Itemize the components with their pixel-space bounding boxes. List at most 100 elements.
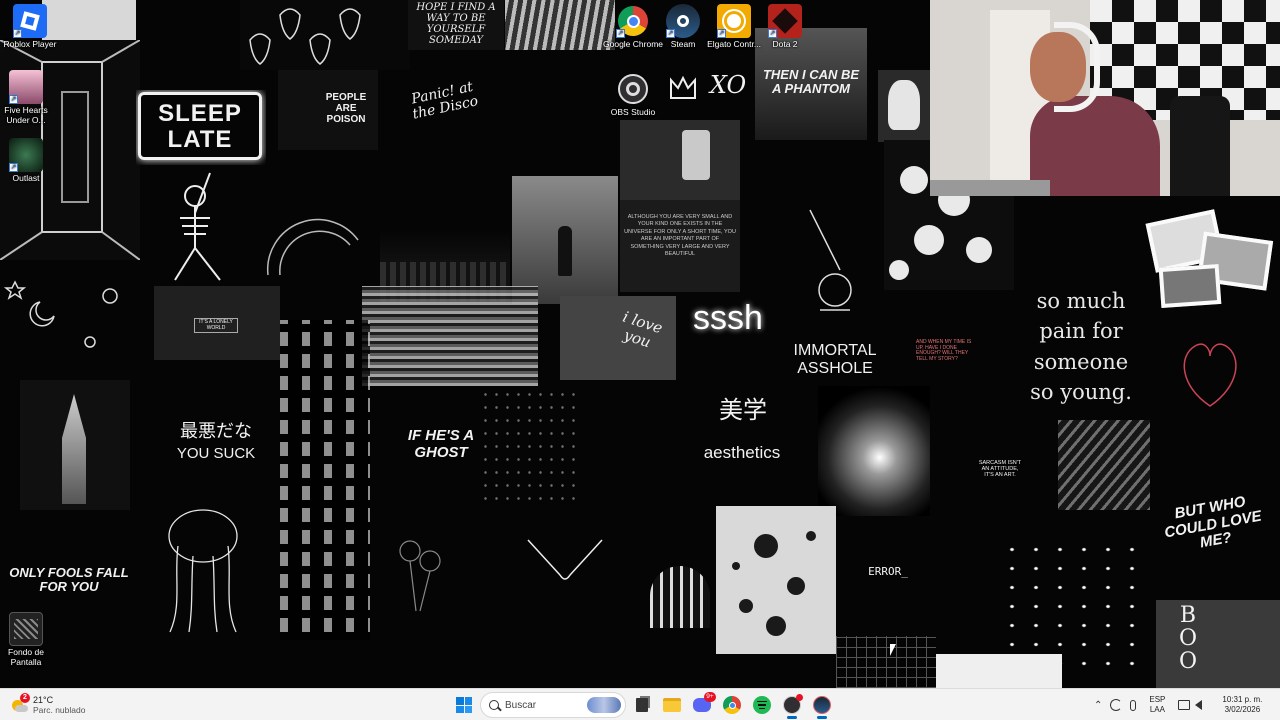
glitch-tile [362, 286, 538, 386]
clock-date: 3/02/2026 [1224, 705, 1261, 714]
obs-studio-shortcut[interactable]: OBS Studio [603, 72, 663, 118]
task-view-button[interactable] [628, 691, 656, 719]
weather-badge: 2 [20, 693, 30, 703]
language-indicator[interactable]: ESP LAA [1144, 695, 1170, 714]
so-much-pain-text: so much pain for someone so young. [1030, 289, 1132, 405]
show-hidden-icons-button[interactable]: ⌃ [1094, 700, 1102, 711]
people-poison-tile: PEOPLE ARE POISON [278, 70, 378, 150]
clock-time: 10:31 p. m. [1222, 695, 1263, 705]
chrome-icon: ↗ [616, 4, 650, 38]
sleep-late-sign: SLEEP LATE [138, 92, 262, 160]
obs-taskbar-button[interactable] [778, 691, 806, 719]
doodle-moon-tile [0, 262, 140, 372]
task-view-icon [636, 698, 648, 712]
recording-dot-icon [796, 694, 803, 701]
weather-temp: 21°C [33, 695, 54, 705]
chevron-up-icon: ⌃ [1094, 699, 1103, 711]
sarcasm-text: SARCASM ISN'T AN ATTITUDE, IT'S AN ART. [978, 460, 1022, 479]
taskbar-apps: Buscar 9+ [450, 691, 836, 719]
roblox-player-shortcut[interactable]: ↗ Roblox Player [0, 4, 60, 50]
people-poison-text: PEOPLE ARE POISON [325, 92, 367, 125]
network-icon [1178, 700, 1191, 710]
sketch-girl-tile [138, 496, 268, 636]
microphone-icon[interactable] [1130, 699, 1137, 711]
shortcut-arrow-icon: ↗ [768, 29, 777, 38]
i-love-you-tile: i love you [560, 296, 676, 380]
shortcut-arrow-icon: ↗ [616, 29, 625, 38]
fondo-de-pantalla-shortcut[interactable]: Fondo de Pantalla [0, 612, 56, 668]
boo-text: BOO [1178, 603, 1198, 675]
ferris-wheel-tile [258, 180, 368, 280]
fairy-lights-tile [1000, 540, 1150, 670]
search-box[interactable]: Buscar [480, 692, 626, 718]
building-windows-tile [280, 320, 370, 640]
outlast-icon: ↗ [9, 138, 43, 172]
system-tray: ⌃ ESP LAA 10:31 p. m. 3/02/2026 [1094, 691, 1268, 719]
sync-icon[interactable] [1110, 699, 1123, 711]
taskbar: 2 21°C Parc. nublado Buscar 9+ ⌃ ESP LAA… [0, 688, 1280, 720]
grid-tile [836, 636, 936, 688]
search-highlight-icon [587, 697, 621, 713]
outlast-label: Outlast [12, 173, 40, 183]
wallpaper-icon [9, 612, 43, 646]
clock[interactable]: 10:31 p. m. 3/02/2026 [1216, 695, 1268, 714]
obs-studio-label: OBS Studio [610, 107, 656, 117]
crown-doodle [668, 74, 698, 102]
desktop[interactable]: HOPE I FIND A WAY TO BE YOURSELF SOMEDAY… [0, 0, 1280, 688]
error-text: ERROR_ [868, 565, 908, 578]
weather-desc: Parc. nublado [33, 705, 86, 715]
roblox-player-label: Roblox Player [3, 39, 57, 49]
chrome-icon [723, 696, 741, 714]
hope-text: HOPE I FIND A WAY TO BE YOURSELF SOMEDAY [416, 2, 496, 46]
windows-icon [456, 697, 472, 713]
immortal-text: IMMORTAL ASSHOLE [793, 342, 877, 377]
boo-tile: BOO [1156, 600, 1280, 688]
five-hearts-icon: ↗ [9, 70, 43, 104]
cartoon-tile [620, 120, 740, 200]
note-text: ALTHOUGH YOU ARE VERY SMALL AND YOUR KIN… [624, 214, 736, 258]
phantom-text: THEN I CAN BE A PHANTOM [762, 67, 860, 97]
bubbles-tile [716, 506, 836, 654]
network-status-button[interactable] [1178, 700, 1203, 710]
language-top: ESP [1149, 695, 1166, 705]
search-icon [489, 700, 502, 712]
fireworks-tile [818, 386, 930, 516]
sleep-late-tile: SLEEP LATE [136, 90, 266, 165]
start-button[interactable] [450, 691, 478, 719]
shortcut-arrow-icon: ↗ [13, 29, 22, 38]
aesthetics-text: aesthetics [703, 443, 781, 462]
xo-text: XO [709, 71, 747, 99]
mouse-cursor-icon [890, 644, 902, 656]
panic-disco-text: Panic! at the Disco [410, 80, 480, 123]
file-explorer-button[interactable] [658, 691, 686, 719]
outlast-shortcut[interactable]: ↗ Outlast [0, 138, 56, 184]
dota2-shortcut[interactable]: ↗ Dota 2 [755, 4, 815, 50]
weather-icon: 2 [10, 693, 30, 714]
silhouette-tile [512, 176, 618, 304]
weather-widget[interactable]: 2 21°C Parc. nublado [10, 691, 110, 719]
obs-icon [616, 72, 650, 106]
hope-tile: HOPE I FIND A WAY TO BE YOURSELF SOMEDAY [408, 0, 504, 50]
fondo-de-pantalla-label: Fondo de Pantalla [8, 647, 44, 667]
shortcut-arrow-icon: ↗ [666, 29, 675, 38]
holding-hands-tile [520, 530, 610, 590]
spotify-button[interactable] [748, 691, 776, 719]
dota2-label: Dota 2 [772, 39, 798, 49]
dota2-icon: ↗ [768, 4, 802, 38]
steam-taskbar-button[interactable] [808, 691, 836, 719]
chrome-taskbar-button[interactable] [718, 691, 746, 719]
you-suck-text: YOU SUCK [176, 445, 256, 462]
discord-button[interactable]: 9+ [688, 691, 716, 719]
five-hearts-shortcut[interactable]: ↗ Five Hearts Under O... [0, 70, 56, 126]
alien-pattern-tile [240, 0, 410, 70]
folder-icon [663, 698, 681, 712]
skeleton-tile [150, 168, 240, 284]
skyscraper-tile [20, 380, 130, 510]
japanese-text: 最悪だな [180, 421, 252, 441]
striped-tile [505, 0, 615, 50]
roses-tile [380, 526, 460, 616]
five-hearts-label: Five Hearts Under O... [4, 105, 48, 125]
panic-disco-tile: Panic! at the Disco [400, 80, 490, 140]
sssh-text: sssh [693, 299, 763, 337]
water-tile [1058, 420, 1150, 510]
